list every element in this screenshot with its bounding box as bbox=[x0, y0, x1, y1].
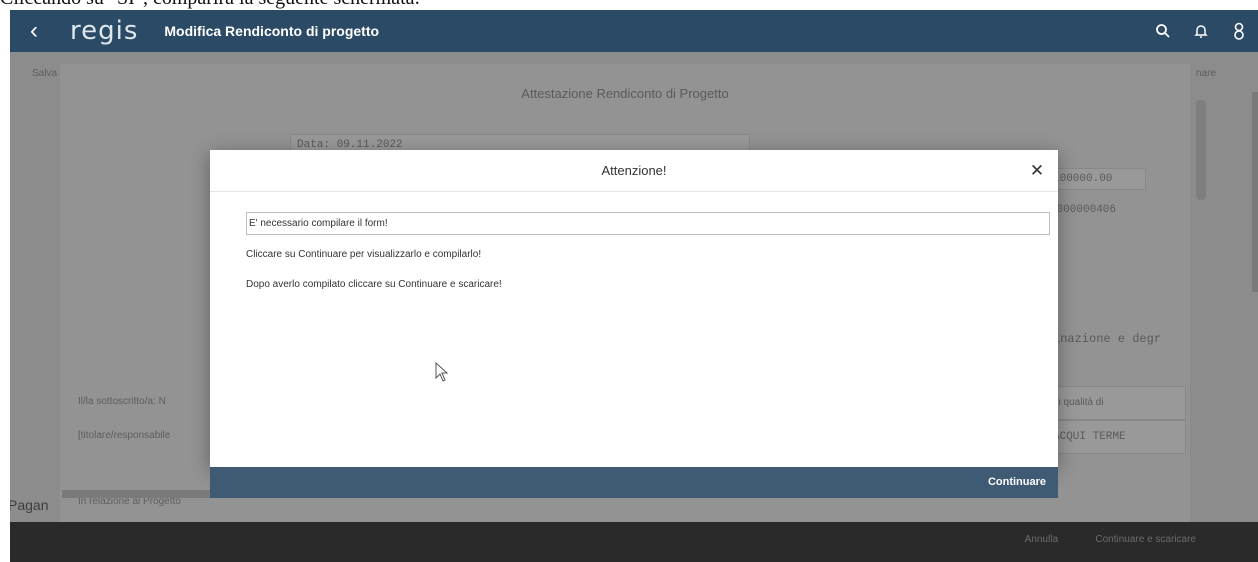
shell-bar: ‹ regis Modifica Rendiconto di progetto bbox=[10, 10, 1258, 52]
background-subscriber-text: Il/la sottoscritto/a: N bbox=[78, 396, 166, 407]
cancel-button[interactable]: Annulla bbox=[1025, 534, 1058, 545]
save-button-background: Salva bbox=[32, 68, 58, 79]
notification-bell-icon[interactable] bbox=[1182, 10, 1220, 52]
mouse-cursor-icon bbox=[435, 361, 449, 387]
attention-dialog: Attenzione! ✕ E' necessario compilare il… bbox=[210, 150, 1058, 498]
background-text-line: inazione e degr bbox=[1053, 332, 1162, 346]
page-footer: Annulla Continuare e scaricare bbox=[10, 522, 1258, 562]
background-paging-label: Pagan bbox=[10, 497, 49, 513]
regis-logo[interactable]: regis bbox=[70, 16, 138, 46]
background-role-field: in qualità di bbox=[1046, 386, 1186, 420]
shell-actions bbox=[1144, 10, 1258, 52]
continue-button[interactable]: Continuare bbox=[988, 476, 1046, 488]
continue-and-download-button[interactable]: Continuare e scaricare bbox=[1095, 534, 1196, 545]
close-icon[interactable]: ✕ bbox=[1026, 160, 1048, 182]
background-amount-field: 100000.00 bbox=[1046, 168, 1146, 190]
right-action-background: nare bbox=[1195, 68, 1216, 79]
dialog-footer: Continuare bbox=[210, 467, 1058, 498]
background-responsible-text: [titolare/responsabile bbox=[78, 430, 171, 441]
app-window: ‹ regis Modifica Rendiconto di progetto … bbox=[10, 10, 1258, 562]
background-panel-title: Attestazione Rendiconto di Progetto bbox=[521, 86, 729, 101]
search-icon[interactable] bbox=[1144, 10, 1182, 52]
background-code-field: 3000000406 bbox=[1050, 204, 1117, 216]
back-button[interactable]: ‹ bbox=[10, 10, 58, 52]
background-city-field: ACQUI TERME bbox=[1046, 420, 1186, 454]
user-icon[interactable] bbox=[1220, 10, 1258, 52]
background-side-scrollbar bbox=[1252, 92, 1258, 292]
background-scrollbar bbox=[1196, 100, 1206, 200]
dialog-message-required: E' necessario compilare il form! bbox=[246, 212, 1050, 235]
dialog-body: E' necessario compilare il form! Cliccar… bbox=[210, 192, 1058, 290]
dialog-message-download: Dopo averlo compilato cliccare su Contin… bbox=[246, 279, 502, 290]
document-caption: Cliccando su "SI", comparirà la seguente… bbox=[0, 0, 1258, 10]
dialog-title: Attenzione! bbox=[601, 163, 667, 178]
dialog-message-continue: Cliccare su Continuare per visualizzarlo… bbox=[246, 249, 482, 260]
dialog-header: Attenzione! ✕ bbox=[210, 150, 1058, 192]
page-title: Modifica Rendiconto di progetto bbox=[164, 23, 380, 39]
